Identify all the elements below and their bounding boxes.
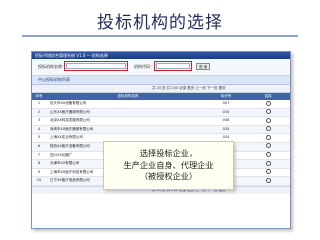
row-select [246,109,290,117]
title-divider [22,35,298,37]
row-code: 007 [222,101,230,105]
row-code: 008 [222,118,230,123]
section-header: 中心投标机构列表 [32,76,290,85]
row-select [246,177,290,185]
table-row[interactable]: 4 深圳市XX医疗器械有限公司 035 [32,125,290,135]
search-bar: 投标机构名称： 机构代码： 查 询 [32,59,290,76]
callout-line-3: （被授权企业） [139,171,198,181]
table-row[interactable]: 1 包头市XX设备有限公司 007 [32,100,290,109]
select-radio[interactable] [265,169,271,175]
row-select [246,143,290,151]
col-code-header: 标识号 [220,94,232,98]
select-radio[interactable] [265,152,271,158]
row-select [246,126,290,134]
row-no: 1 [37,101,41,105]
row-select [246,169,290,177]
highlight-box-name [64,61,128,71]
row-no: 4 [37,126,41,131]
org-code-label: 机构代码： [134,64,154,69]
row-select [246,152,290,160]
col-no-header: 序号 [35,94,43,98]
query-button[interactable]: 查 询 [196,63,210,70]
callout-line-1: 选择投标企业， [139,148,198,158]
grid-header: 序号 投标机构名称 标识号 选择 [32,93,290,100]
row-select [246,117,290,125]
row-no: 6 [37,143,41,148]
select-radio[interactable] [265,177,271,183]
select-radio[interactable] [265,117,271,123]
highlight-box-code [154,61,192,71]
row-no: 8 [37,161,41,166]
col-pick-header: 选择 [264,94,272,98]
row-name: 包头市XX设备有限公司 [50,101,87,105]
row-name: 北京XX科技发展有限公司 [50,118,90,123]
select-radio[interactable] [265,160,271,166]
table-row[interactable]: 3 北京XX科技发展有限公司 008 [32,117,290,126]
col-name-header: 投标机构名称 [117,94,139,98]
row-no: 2 [37,109,41,114]
row-select [246,134,290,142]
row-select [246,160,290,168]
callout-line-2: 生产企业自身、代理企业 [123,159,214,170]
annotation-callout: 选择投标企业， 生产企业自身、代理企业 （被授权企业） [103,141,234,190]
row-no: 10 [36,178,42,183]
embedded-screenshot: 招标代理综合管理系统 V1.0 — 机构选择 投标机构名称： 机构代码： 查 询… [31,51,291,229]
row-code: 030 [222,109,230,114]
org-name-label: 投标机构名称： [38,64,66,69]
row-code: 035 [222,126,230,131]
pager-top[interactable]: 共 20 页 共 200 记录 首页 上一页 下一页 尾页 [32,85,290,93]
row-name: 山东XX医疗器械有限公司 [50,109,90,114]
row-no: 7 [37,152,41,157]
row-name: 深圳市XX医疗器械有限公司 [50,126,94,131]
table-row[interactable]: 2 山东XX医疗器械有限公司 030 [32,108,290,118]
row-no: 3 [37,118,41,123]
window-title-bar: 招标代理综合管理系统 V1.0 — 机构选择 [32,52,290,59]
select-radio[interactable] [265,100,271,106]
select-radio[interactable] [265,143,271,149]
select-radio[interactable] [265,134,271,140]
select-radio[interactable] [265,109,271,115]
select-radio[interactable] [265,126,271,132]
row-no: 5 [37,135,41,140]
row-no: 9 [37,169,41,174]
row-select [246,100,290,108]
slide-title: 投标机构的选择 [97,13,223,33]
